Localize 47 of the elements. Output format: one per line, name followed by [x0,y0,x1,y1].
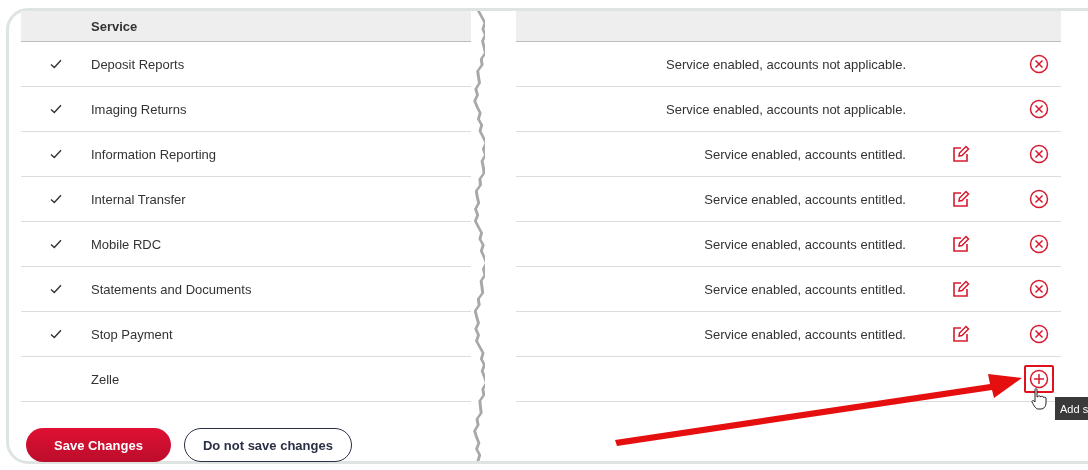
remove-button[interactable] [1027,278,1050,300]
tooltip: Add s [1055,397,1088,420]
checkmark-icon [50,194,62,204]
edit-icon [952,235,970,253]
checkmark-icon [50,104,62,114]
service-status: Service enabled, accounts entitled. [704,236,906,252]
service-name: Statements and Documents [91,281,252,297]
service-status: Service enabled, accounts not applicable. [666,101,906,117]
close-circle-icon [1028,234,1049,254]
close-circle-icon [1028,324,1049,344]
checkmark-icon [50,239,62,249]
service-name: Deposit Reports [91,56,185,72]
edit-icon [952,190,970,208]
service-name: Information Reporting [91,146,216,162]
service-name: Zelle [91,371,120,387]
service-name: Internal Transfer [91,191,186,207]
add-button[interactable] [1023,365,1054,393]
edit-icon [952,325,970,343]
save-button[interactable]: Save Changes [26,428,171,462]
close-circle-icon [1028,144,1049,164]
service-name: Stop Payment [91,326,173,342]
service-name: Mobile RDC [91,236,162,252]
close-circle-icon [1028,189,1049,209]
checkmark-icon [50,149,62,159]
edit-icon [952,280,970,298]
service-status: Service enabled, accounts entitled. [704,281,906,297]
service-name: Imaging Returns [91,101,187,117]
close-circle-icon [1028,99,1049,119]
remove-button[interactable] [1027,188,1050,210]
remove-button[interactable] [1027,233,1050,255]
checkmark-icon [50,284,62,294]
close-circle-icon [1028,279,1049,299]
service-status: Service enabled, accounts entitled. [704,191,906,207]
remove-button[interactable] [1027,143,1050,165]
remove-button[interactable] [1027,53,1050,75]
edit-icon [952,145,970,163]
service-status: Service enabled, accounts entitled. [704,146,906,162]
service-status: Service enabled, accounts entitled. [704,326,906,342]
plus-circle-icon [1028,369,1049,389]
checkmark-icon [50,329,62,339]
close-circle-icon [1028,54,1049,74]
column-header: Service [91,18,138,34]
remove-button[interactable] [1027,98,1050,120]
remove-button[interactable] [1027,323,1050,345]
checkmark-icon [50,59,62,69]
service-status: Service enabled, accounts not applicable. [666,56,906,72]
cancel-button[interactable]: Do not save changes [183,428,352,462]
